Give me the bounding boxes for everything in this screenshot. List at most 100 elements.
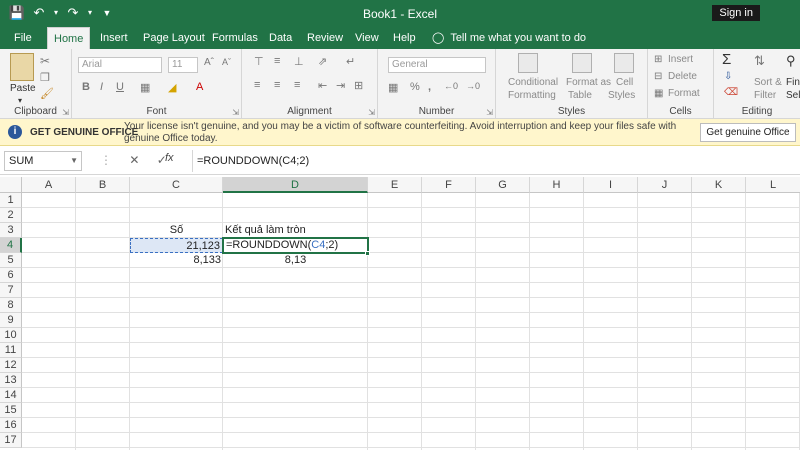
column-header-k[interactable]: K: [692, 177, 746, 193]
insert-function-button[interactable]: fx: [165, 152, 174, 164]
cell-d4-active[interactable]: =ROUNDDOWN(C4;2): [222, 237, 369, 254]
cell-d5[interactable]: 8,13: [223, 253, 368, 268]
wrap-text-icon[interactable]: ↵: [346, 55, 355, 68]
name-box-dropdown-icon[interactable]: ▼: [70, 152, 78, 170]
row-header-15[interactable]: 15: [0, 403, 22, 418]
top-align-icon[interactable]: ⊤: [254, 55, 264, 68]
row-header-2[interactable]: 2: [0, 208, 22, 223]
find-select-label-2[interactable]: Selec: [786, 90, 800, 101]
row-header-14[interactable]: 14: [0, 388, 22, 403]
number-launcher-icon[interactable]: ⇲: [486, 108, 493, 117]
format-as-table-icon[interactable]: [572, 53, 592, 73]
paste-button[interactable]: Paste: [10, 83, 36, 94]
column-header-j[interactable]: J: [638, 177, 692, 193]
clipboard-launcher-icon[interactable]: ⇲: [62, 108, 69, 117]
middle-align-icon[interactable]: ≡: [274, 55, 280, 67]
delete-cells-button[interactable]: Delete: [668, 71, 697, 82]
conditional-formatting-icon[interactable]: [518, 53, 538, 73]
bottom-align-icon[interactable]: ⊥: [294, 55, 304, 68]
cell-styles-label-2[interactable]: Styles: [608, 90, 635, 101]
row-header-16[interactable]: 16: [0, 418, 22, 433]
bold-icon[interactable]: B: [82, 81, 90, 93]
merge-center-icon[interactable]: ⊞: [354, 79, 363, 92]
number-format-select[interactable]: General: [388, 57, 486, 73]
row-header-10[interactable]: 10: [0, 328, 22, 343]
row-header-7[interactable]: 7: [0, 283, 22, 298]
insert-cells-button[interactable]: Insert: [668, 54, 693, 65]
sort-filter-label-1[interactable]: Sort &: [754, 77, 782, 88]
border-icon[interactable]: ▦: [140, 81, 150, 94]
conditional-formatting-label-1[interactable]: Conditional: [508, 77, 558, 88]
format-painter-icon[interactable]: 🖌: [40, 87, 54, 100]
column-header-a[interactable]: A: [22, 177, 76, 193]
underline-icon[interactable]: U: [116, 81, 124, 93]
decrease-decimal-icon[interactable]: →0: [466, 81, 480, 91]
column-header-l[interactable]: L: [746, 177, 800, 193]
tab-file[interactable]: File: [8, 27, 38, 49]
select-all-button[interactable]: [0, 177, 22, 193]
format-cells-icon[interactable]: ▦: [654, 88, 663, 99]
format-as-table-label-1[interactable]: Format as: [566, 77, 611, 88]
row-header-9[interactable]: 9: [0, 313, 22, 328]
find-select-label-1[interactable]: Find: [786, 77, 800, 88]
tab-home[interactable]: Home: [47, 27, 91, 49]
font-name-select[interactable]: Arial: [78, 57, 162, 73]
get-genuine-office-button[interactable]: Get genuine Office: [700, 123, 796, 142]
row-header-13[interactable]: 13: [0, 373, 22, 388]
find-select-icon[interactable]: ⚲: [786, 53, 796, 69]
column-header-b[interactable]: B: [76, 177, 130, 193]
row-header-12[interactable]: 12: [0, 358, 22, 373]
font-size-select[interactable]: 11: [168, 57, 198, 73]
row-header-11[interactable]: 11: [0, 343, 22, 358]
cell-d3[interactable]: Kết quả làm tròn: [223, 223, 368, 238]
name-box[interactable]: SUM ▼: [4, 151, 82, 171]
format-cells-button[interactable]: Format: [668, 88, 700, 99]
conditional-formatting-label-2[interactable]: Formatting: [508, 90, 556, 101]
sort-filter-label-2[interactable]: Filter: [754, 90, 776, 101]
cell-c5[interactable]: 8,133: [130, 253, 223, 268]
worksheet-grid[interactable]: A B C D E F G H I J K L 1 2 3 4 5 6 7 8 …: [0, 177, 800, 450]
cancel-icon[interactable]: ✕: [129, 153, 139, 167]
percent-style-icon[interactable]: %: [410, 81, 420, 93]
italic-icon[interactable]: I: [100, 81, 103, 93]
row-header-1[interactable]: 1: [0, 193, 22, 208]
tab-help[interactable]: Help: [387, 27, 422, 49]
alignment-launcher-icon[interactable]: ⇲: [368, 108, 375, 117]
fill-icon[interactable]: ⇩: [724, 71, 732, 82]
column-header-e[interactable]: E: [368, 177, 422, 193]
tab-review[interactable]: Review: [301, 27, 349, 49]
row-header-5[interactable]: 5: [0, 253, 22, 268]
tab-formulas[interactable]: Formulas: [206, 27, 264, 49]
align-left-icon[interactable]: ≡: [254, 79, 260, 91]
sort-filter-icon[interactable]: ⇅: [754, 53, 765, 69]
comma-style-icon[interactable]: ,: [428, 81, 431, 93]
cell-styles-label-1[interactable]: Cell: [616, 77, 633, 88]
row-header-6[interactable]: 6: [0, 268, 22, 283]
tell-me-box[interactable]: ◯ Tell me what you want to do: [432, 27, 586, 49]
tab-data[interactable]: Data: [263, 27, 298, 49]
paste-dropdown-icon[interactable]: ▾: [18, 96, 22, 105]
row-header-4[interactable]: 4: [0, 238, 22, 253]
tab-insert[interactable]: Insert: [94, 27, 134, 49]
row-header-3[interactable]: 3: [0, 223, 22, 238]
sign-in-button[interactable]: Sign in: [712, 5, 760, 21]
increase-font-icon[interactable]: Aˆ: [204, 57, 214, 68]
increase-decimal-icon[interactable]: ←0: [444, 81, 458, 91]
autosum-icon[interactable]: Σ: [722, 51, 731, 68]
row-header-8[interactable]: 8: [0, 298, 22, 313]
tab-view[interactable]: View: [349, 27, 385, 49]
cell-c3[interactable]: Số: [130, 223, 223, 238]
clear-icon[interactable]: ⌫: [724, 87, 738, 98]
align-center-icon[interactable]: ≡: [274, 79, 280, 91]
copy-icon[interactable]: ❐: [40, 71, 50, 84]
column-header-f[interactable]: F: [422, 177, 476, 193]
column-header-h[interactable]: H: [530, 177, 584, 193]
row-header-17[interactable]: 17: [0, 433, 22, 448]
orientation-icon[interactable]: ⇗: [318, 55, 327, 68]
decrease-font-icon[interactable]: Aˇ: [222, 57, 231, 67]
increase-indent-icon[interactable]: ⇥: [336, 79, 345, 92]
font-launcher-icon[interactable]: ⇲: [232, 108, 239, 117]
font-color-icon[interactable]: A: [196, 81, 203, 93]
tab-page-layout[interactable]: Page Layout: [137, 27, 211, 49]
column-header-c[interactable]: C: [130, 177, 223, 193]
